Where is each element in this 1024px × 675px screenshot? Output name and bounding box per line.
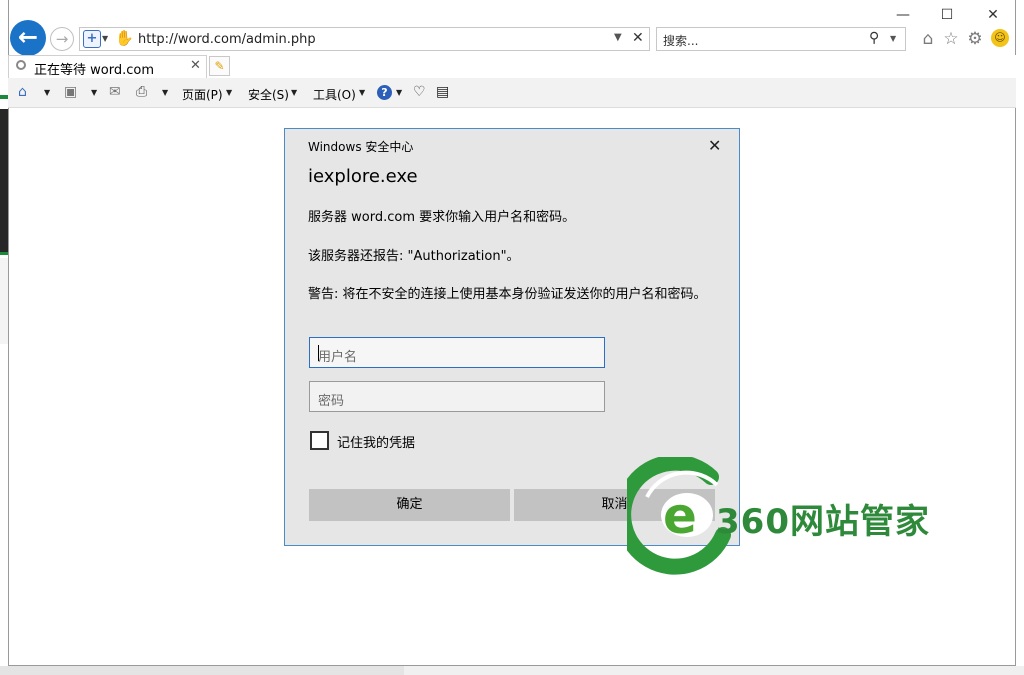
home-icon[interactable]: ⌂ <box>18 84 27 100</box>
loading-icon <box>16 60 26 70</box>
dialog-message: 该服务器还报告: "Authorization"。 <box>308 249 520 264</box>
ok-button[interactable]: 确定 <box>309 489 510 521</box>
back-button[interactable]: ← <box>10 20 46 56</box>
chevron-down-icon[interactable]: ▼ <box>396 88 402 97</box>
search-icon[interactable]: ⚲ <box>869 30 879 46</box>
text-caret <box>318 345 319 361</box>
password-placeholder: 密码 <box>318 394 345 409</box>
page-accent-line <box>0 95 8 99</box>
command-bar <box>8 78 1016 108</box>
new-tab-button[interactable]: ✎ <box>209 56 230 76</box>
dialog-message: 服务器 word.com 要求你输入用户名和密码。 <box>308 210 576 225</box>
arrow-right-icon: → <box>55 30 69 48</box>
watermark-text: 360网站管家 <box>716 502 930 542</box>
password-field[interactable]: 密码 <box>309 381 605 412</box>
stop-icon[interactable]: ✕ <box>632 30 644 46</box>
chevron-down-icon[interactable]: ▼ <box>226 88 232 97</box>
taskbar-strip <box>0 666 1024 675</box>
username-field[interactable]: 用户名 <box>309 337 605 368</box>
shield-icon[interactable]: + <box>83 30 101 48</box>
research-icon[interactable]: ▤ <box>436 84 449 100</box>
rss-icon[interactable]: ▣ <box>64 84 77 100</box>
print-icon[interactable]: ⎙ <box>136 84 147 100</box>
dialog-warning: 警告: 将在不安全的连接上使用基本身份验证发送你的用户名和密码。 <box>308 287 707 302</box>
remember-label[interactable]: 记住我的凭据 <box>337 432 415 451</box>
minimize-button[interactable]: — <box>894 6 912 24</box>
page-gray-panel <box>0 258 8 344</box>
dialog-window-title: Windows 安全中心 <box>308 140 414 154</box>
star-icon[interactable]: ☆ <box>941 29 961 49</box>
search-placeholder[interactable]: 搜索... <box>663 32 698 49</box>
help-icon[interactable]: ? <box>377 85 392 100</box>
arrow-left-icon: ← <box>17 23 39 51</box>
menu-page[interactable]: 页面(P) <box>182 86 223 103</box>
close-icon[interactable]: ✕ <box>708 136 721 155</box>
menu-safety[interactable]: 安全(S) <box>248 86 289 103</box>
compatibility-icon[interactable]: ✋ <box>115 29 135 47</box>
chevron-down-icon[interactable]: ▼ <box>890 34 896 43</box>
bulb-icon[interactable]: ♡ <box>413 84 426 100</box>
page-accent-line <box>0 252 8 255</box>
chevron-down-icon[interactable]: ▼ <box>359 88 365 97</box>
gear-icon[interactable]: ⚙ <box>965 29 985 49</box>
maximize-button[interactable]: ☐ <box>938 6 956 24</box>
tab-close-icon[interactable]: ✕ <box>190 58 201 73</box>
username-placeholder: 用户名 <box>318 350 358 365</box>
tab-title[interactable]: 正在等待 word.com <box>34 59 154 78</box>
chevron-down-icon[interactable]: ▼ <box>44 88 50 97</box>
address-url[interactable]: http://word.com/admin.php <box>138 32 316 47</box>
menu-tools[interactable]: 工具(O) <box>313 86 356 103</box>
tab-strip <box>230 55 1016 78</box>
address-dropdown-icon[interactable]: ▼ <box>614 32 622 43</box>
home-icon[interactable]: ⌂ <box>918 29 938 49</box>
chevron-down-icon[interactable]: ▼ <box>162 88 168 97</box>
chevron-down-icon[interactable]: ▼ <box>91 88 97 97</box>
dialog-app-name: iexplore.exe <box>308 166 418 187</box>
svg-text:e: e <box>663 487 697 545</box>
close-window-button[interactable]: ✕ <box>984 6 1002 24</box>
mail-icon[interactable]: ✉ <box>109 84 121 100</box>
forward-button[interactable]: → <box>50 27 74 51</box>
smiley-icon[interactable]: ☺ <box>991 29 1009 47</box>
chevron-down-icon[interactable]: ▼ <box>102 34 108 43</box>
chevron-down-icon[interactable]: ▼ <box>291 88 297 97</box>
remember-checkbox[interactable] <box>310 431 329 450</box>
page-dark-block <box>0 109 8 252</box>
